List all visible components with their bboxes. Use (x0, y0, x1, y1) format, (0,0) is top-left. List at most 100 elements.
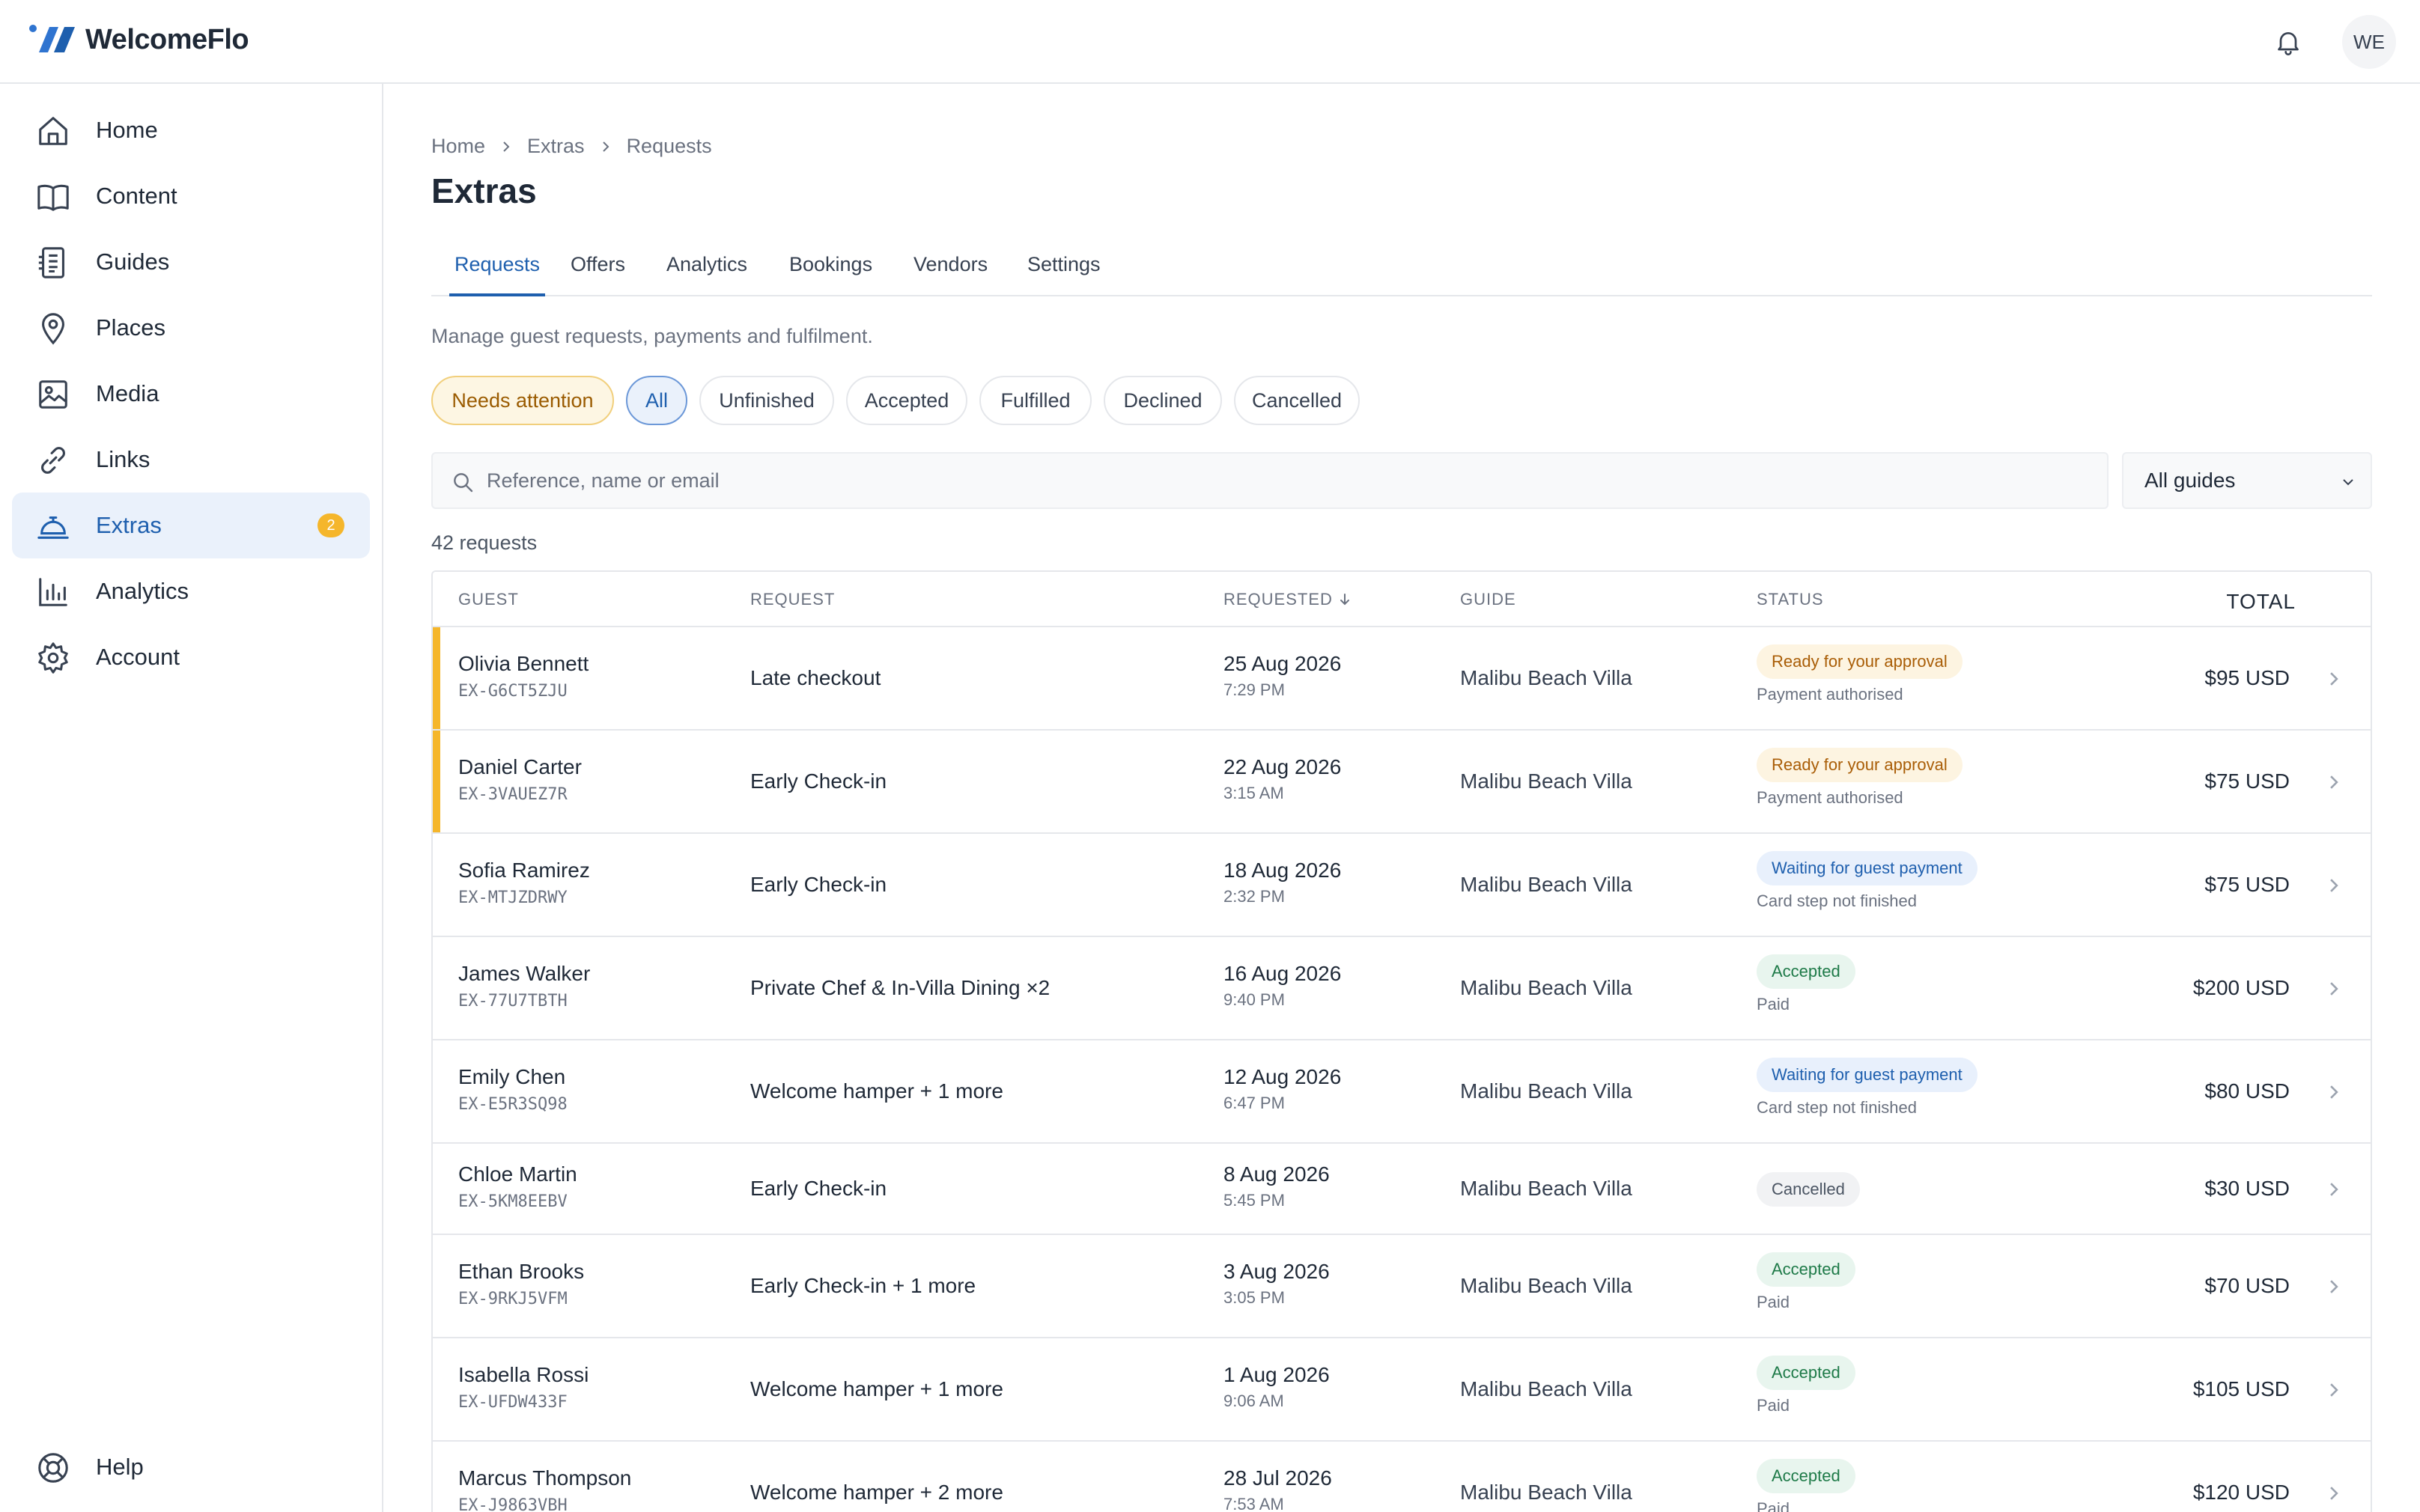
request-item: Private Chef & In-Villa Dining ×2 (750, 976, 1051, 999)
guide-name: Malibu Beach Villa (1460, 666, 1632, 689)
header-requested[interactable]: REQUESTED (1223, 590, 1352, 609)
guest-reference: EX-E5R3SQ98 (458, 1095, 568, 1114)
chevron-right-icon[interactable] (2324, 1180, 2344, 1199)
chevron-right-icon[interactable] (2324, 772, 2344, 792)
chevron-right-icon[interactable] (2324, 1484, 2344, 1503)
filter-unfinished[interactable]: Unfinished (699, 376, 834, 425)
chevron-right-icon[interactable] (2324, 1082, 2344, 1102)
status-cell: Cancelled (1757, 1172, 1860, 1207)
requested-time: 9:40 PM (1223, 990, 1285, 1009)
guest-reference: EX-9RKJ5VFM (458, 1290, 568, 1308)
sidebar-item-home[interactable]: Home (12, 97, 370, 163)
sidebar-item-media[interactable]: Media (12, 361, 370, 427)
guest-name: Chloe Martin (458, 1162, 577, 1186)
filter-needs-attention[interactable]: Needs attention (431, 376, 614, 425)
guest-name: Isabella Rossi (458, 1363, 589, 1386)
table-row[interactable]: Sofia Ramirez EX-MTJZDRWY Early Check-in… (433, 834, 2371, 937)
table-row[interactable]: Emily Chen EX-E5R3SQ98 Welcome hamper + … (433, 1040, 2371, 1144)
tab-analytics[interactable]: Analytics (666, 253, 747, 296)
requested-date: 1 Aug 2026 (1223, 1363, 1330, 1386)
sidebar-item-extras[interactable]: Extras 2 (12, 493, 370, 558)
sidebar-item-label: Content (96, 183, 177, 209)
search-input[interactable] (487, 461, 2089, 500)
tab-offers[interactable]: Offers (571, 253, 625, 296)
filter-fulfilled[interactable]: Fulfilled (979, 376, 1092, 425)
requested-date: 12 Aug 2026 (1223, 1065, 1342, 1088)
sidebar-item-analytics[interactable]: Analytics (12, 558, 370, 624)
status-cell: Accepted Paid (1757, 1356, 1855, 1415)
sidebar-item-account[interactable]: Account (12, 624, 370, 690)
table-row[interactable]: Marcus Thompson EX-J9863VBH Welcome hamp… (433, 1442, 2371, 1512)
row-total: $75 USD (2204, 769, 2290, 793)
guide-name: Malibu Beach Villa (1460, 873, 1632, 896)
tab-requests[interactable]: Requests (449, 253, 545, 296)
filter-cancelled[interactable]: Cancelled (1234, 376, 1360, 425)
table-row[interactable]: Chloe Martin EX-5KM8EEBV Early Check-in … (433, 1144, 2371, 1235)
chevron-right-icon[interactable] (2324, 979, 2344, 999)
filter-all[interactable]: All (626, 376, 687, 425)
guide-select[interactable]: All guides (2122, 452, 2372, 509)
guest-name: Ethan Brooks (458, 1260, 585, 1283)
tab-settings[interactable]: Settings (1027, 253, 1101, 296)
payment-status: Paid (1757, 1293, 1790, 1311)
tab-bookings[interactable]: Bookings (789, 253, 872, 296)
payment-status: Card step not finished (1757, 1098, 1918, 1117)
payment-status: Paid (1757, 995, 1790, 1013)
sidebar-item-places[interactable]: Places (12, 295, 370, 361)
tab-bar: Requests Offers Analytics Bookings Vendo… (431, 243, 2372, 296)
breadcrumb-home[interactable]: Home (431, 135, 485, 158)
search-icon (454, 473, 473, 493)
status-cell: Accepted Paid (1757, 1459, 1855, 1512)
status-badge: Accepted (1757, 954, 1855, 989)
breadcrumb-extras[interactable]: Extras (527, 135, 585, 158)
table-row[interactable]: Ethan Brooks EX-9RKJ5VFM Early Check-in … (433, 1235, 2371, 1338)
filter-declined[interactable]: Declined (1104, 376, 1222, 425)
guest-reference: EX-UFDW433F (458, 1393, 568, 1412)
guest-reference: EX-77U7TBTH (458, 992, 568, 1010)
guide-name: Malibu Beach Villa (1460, 1177, 1632, 1200)
guest-cell: Marcus Thompson EX-J9863VBH (458, 1466, 631, 1512)
requested-cell: 16 Aug 2026 9:40 PM (1223, 962, 1341, 1010)
payment-status: Paid (1757, 1396, 1790, 1415)
header-guest: GUEST (458, 590, 519, 609)
guest-reference: EX-G6CT5ZJU (458, 682, 568, 701)
guest-name: Olivia Bennett (458, 652, 589, 675)
tab-vendors[interactable]: Vendors (913, 253, 988, 296)
sidebar-item-guides[interactable]: Guides (12, 229, 370, 295)
requested-date: 25 Aug 2026 (1223, 652, 1342, 675)
chevron-right-icon[interactable] (2324, 669, 2344, 689)
user-avatar[interactable]: WE (2342, 15, 2396, 69)
sidebar-item-links[interactable]: Links (12, 427, 370, 493)
logo[interactable]: WelcomeFlo (28, 22, 249, 57)
notification-bell-icon[interactable] (2273, 27, 2303, 57)
filter-accepted[interactable]: Accepted (846, 376, 967, 425)
requested-cell: 22 Aug 2026 3:15 AM (1223, 755, 1341, 803)
table-row[interactable]: Isabella Rossi EX-UFDW433F Welcome hampe… (433, 1338, 2371, 1442)
request-item: Early Check-in + 1 more (750, 1274, 976, 1297)
status-cell: Waiting for guest payment Card step not … (1757, 851, 1977, 911)
sidebar-item-label: Links (96, 446, 151, 472)
requested-time: 6:47 PM (1223, 1094, 1285, 1112)
requested-cell: 12 Aug 2026 6:47 PM (1223, 1065, 1341, 1113)
header-request: REQUEST (750, 590, 836, 609)
extras-count-badge: 2 (317, 513, 344, 537)
table-row[interactable]: Daniel Carter EX-3VAUEZ7R Early Check-in… (433, 731, 2371, 834)
row-total: $105 USD (2192, 1377, 2290, 1400)
app-name: WelcomeFlo (85, 23, 249, 55)
chevron-right-icon[interactable] (2324, 1380, 2344, 1400)
payment-status: Card step not finished (1757, 891, 1918, 910)
chevron-right-icon[interactable] (2324, 1277, 2344, 1296)
sidebar-item-content[interactable]: Content (12, 163, 370, 229)
chevron-right-icon[interactable] (2324, 876, 2344, 895)
request-item: Welcome hamper + 2 more (750, 1481, 1003, 1504)
request-item: Welcome hamper + 1 more (750, 1377, 1003, 1400)
table-row[interactable]: James Walker EX-77U7TBTH Private Chef & … (433, 937, 2371, 1040)
sort-desc-icon (1340, 594, 1349, 606)
guest-cell: Ethan Brooks EX-9RKJ5VFM (458, 1260, 584, 1308)
row-total: $30 USD (2204, 1177, 2290, 1200)
link-icon (36, 443, 70, 478)
chevron-right-icon (602, 141, 609, 152)
sidebar-item-help[interactable]: Help (12, 1434, 370, 1500)
status-cell: Accepted Paid (1757, 1252, 1855, 1312)
table-row[interactable]: Olivia Bennett EX-G6CT5ZJU Late checkout… (433, 627, 2371, 731)
